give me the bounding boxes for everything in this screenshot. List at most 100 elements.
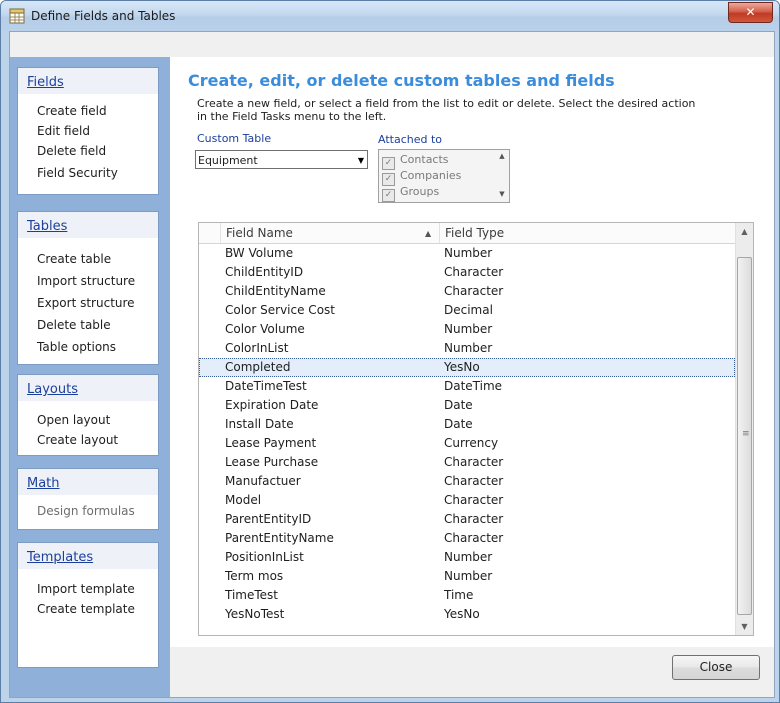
fields-panel-title[interactable]: Fields: [27, 75, 64, 90]
custom-table-label: Custom Table: [197, 132, 272, 145]
footer-bar: Close: [170, 647, 774, 697]
field-name-cell: Lease Purchase: [225, 455, 319, 469]
field-name-cell: Install Date: [225, 417, 294, 431]
attached-item-companies[interactable]: ✓ Companies: [382, 168, 461, 186]
layouts-panel-title[interactable]: Layouts: [27, 382, 78, 397]
field-type-cell: YesNo: [444, 607, 480, 621]
field-name-cell: YesNoTest: [225, 607, 285, 621]
custom-table-value: Equipment: [198, 154, 258, 167]
create-layout-link[interactable]: Create layout: [18, 430, 158, 450]
column-header-field-name[interactable]: Field Name: [220, 223, 439, 243]
window-close-button[interactable]: ✕: [728, 2, 773, 23]
table-row[interactable]: Color Service Cost Decimal: [199, 301, 735, 320]
table-row[interactable]: Manufactuer Character: [199, 472, 735, 491]
math-panel-title[interactable]: Math: [27, 476, 60, 491]
page-heading: Create, edit, or delete custom tables an…: [188, 71, 615, 90]
field-name-cell: BW Volume: [225, 246, 294, 260]
create-template-link[interactable]: Create template: [18, 599, 158, 619]
fields-grid: Field Name ▲ Field Type BW Volume Number C…: [198, 222, 754, 636]
attached-list-scrollbar[interactable]: ▲ ▼: [497, 152, 507, 200]
fields-panel: Fields Create field Edit field Delete fi…: [17, 67, 159, 195]
table-row[interactable]: Completed YesNo: [199, 358, 735, 377]
create-table-link[interactable]: Create table: [18, 248, 158, 270]
field-name-cell: ChildEntityID: [225, 265, 304, 279]
table-row[interactable]: PositionInList Number: [199, 548, 735, 567]
field-type-cell: Character: [444, 493, 504, 507]
field-name-cell: Color Service Cost: [225, 303, 335, 317]
scroll-down-icon[interactable]: ▼: [736, 618, 753, 635]
design-formulas-link[interactable]: Design formulas: [18, 501, 158, 521]
window-title: Define Fields and Tables: [31, 9, 176, 23]
field-type-cell: Decimal: [444, 303, 493, 317]
export-structure-link[interactable]: Export structure: [18, 292, 158, 314]
main-content: Create, edit, or delete custom tables an…: [170, 57, 774, 697]
title-bar: Define Fields and Tables ✕: [1, 1, 779, 31]
table-row[interactable]: ParentEntityName Character: [199, 529, 735, 548]
import-structure-link[interactable]: Import structure: [18, 270, 158, 292]
delete-field-link[interactable]: Delete field: [18, 141, 158, 161]
grid-header: Field Name ▲ Field Type: [199, 223, 735, 244]
table-row[interactable]: ChildEntityName Character: [199, 282, 735, 301]
table-row[interactable]: Term mos Number: [199, 567, 735, 586]
field-type-cell: Number: [444, 322, 493, 336]
field-type-cell: Character: [444, 455, 504, 469]
table-options-link[interactable]: Table options: [18, 336, 158, 358]
field-name-cell: Term mos: [225, 569, 284, 583]
scrollbar-thumb[interactable]: ≡: [737, 257, 752, 615]
table-row[interactable]: BW Volume Number: [199, 244, 735, 263]
delete-table-link[interactable]: Delete table: [18, 314, 158, 336]
tables-panel-title[interactable]: Tables: [27, 219, 67, 234]
table-row[interactable]: TimeTest Time: [199, 586, 735, 605]
create-field-link[interactable]: Create field: [18, 101, 158, 121]
field-type-cell: YesNo: [444, 360, 480, 374]
attached-item-groups[interactable]: ✓ Groups: [382, 184, 439, 202]
templates-panel-title[interactable]: Templates: [27, 550, 93, 565]
field-type-cell: Currency: [444, 436, 499, 450]
field-name-cell: ChildEntityName: [225, 284, 326, 298]
top-band: [10, 32, 774, 57]
field-type-cell: Character: [444, 531, 504, 545]
field-type-cell: Number: [444, 246, 493, 260]
dialog-client: Fields Create field Edit field Delete fi…: [9, 31, 775, 698]
table-row[interactable]: Color Volume Number: [199, 320, 735, 339]
attached-item-label: Contacts: [400, 153, 449, 166]
table-row[interactable]: ColorInList Number: [199, 339, 735, 358]
edit-field-link[interactable]: Edit field: [18, 121, 158, 141]
field-name-cell: Lease Payment: [225, 436, 317, 450]
custom-table-select[interactable]: Equipment ▼: [195, 150, 368, 169]
field-type-cell: Character: [444, 265, 504, 279]
import-template-link[interactable]: Import template: [18, 579, 158, 599]
table-row[interactable]: ChildEntityID Character: [199, 263, 735, 282]
attached-to-label: Attached to: [378, 133, 443, 146]
open-layout-link[interactable]: Open layout: [18, 410, 158, 430]
scroll-up-icon[interactable]: ▲: [497, 152, 507, 160]
scroll-up-icon[interactable]: ▲: [736, 223, 753, 240]
templates-panel-header: Templates: [18, 543, 158, 569]
field-type-cell: Date: [444, 417, 473, 431]
table-row[interactable]: DateTimeTest DateTime: [199, 377, 735, 396]
close-button[interactable]: Close: [672, 655, 760, 680]
field-name-cell: ParentEntityID: [225, 512, 312, 526]
checkbox-checked-icon[interactable]: ✓: [382, 189, 395, 202]
table-row[interactable]: Install Date Date: [199, 415, 735, 434]
grid-scrollbar[interactable]: ▲ ≡ ▼: [735, 223, 753, 635]
table-row[interactable]: ParentEntityID Character: [199, 510, 735, 529]
table-row[interactable]: Lease Payment Currency: [199, 434, 735, 453]
math-panel-header: Math: [18, 469, 158, 495]
field-name-cell: Manufactuer: [225, 474, 301, 488]
attached-item-contacts[interactable]: ✓ Contacts: [382, 152, 449, 170]
table-row[interactable]: Lease Purchase Character: [199, 453, 735, 472]
table-row[interactable]: YesNoTest YesNo: [199, 605, 735, 624]
field-type-cell: Number: [444, 569, 493, 583]
table-row[interactable]: Expiration Date Date: [199, 396, 735, 415]
sort-ascending-icon: ▲: [425, 229, 432, 238]
field-type-cell: Time: [444, 588, 474, 602]
templates-panel: Templates Import template Create templat…: [17, 542, 159, 668]
field-security-link[interactable]: Field Security: [18, 163, 158, 183]
field-name-cell: PositionInList: [225, 550, 304, 564]
field-type-cell: DateTime: [444, 379, 503, 393]
attached-to-list[interactable]: ✓ Contacts ✓ Companies ✓ Groups ▲ ▼: [378, 149, 510, 203]
column-header-field-type[interactable]: Field Type: [439, 223, 735, 243]
table-row[interactable]: Model Character: [199, 491, 735, 510]
scroll-down-icon[interactable]: ▼: [497, 190, 507, 198]
